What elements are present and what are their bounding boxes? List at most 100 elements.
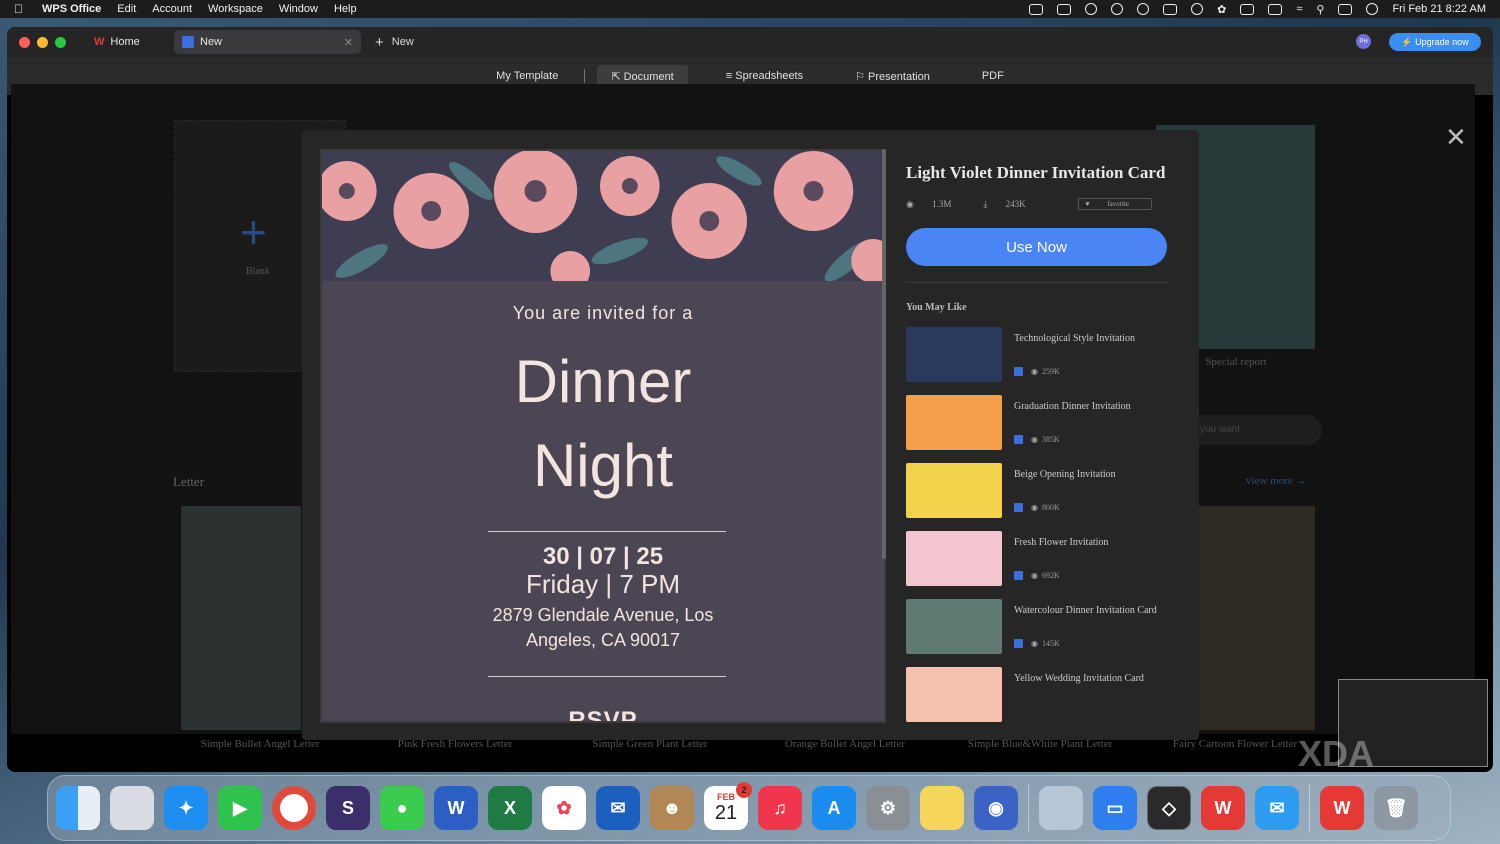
bluetooth-icon[interactable]: ✿ bbox=[1217, 3, 1226, 16]
vpn-status-icon[interactable] bbox=[1191, 3, 1204, 15]
you-may-like-heading: You May Like bbox=[906, 302, 967, 313]
letter-card[interactable] bbox=[181, 506, 301, 730]
new-tab-button[interactable]: New bbox=[392, 36, 414, 48]
safari-icon[interactable]: ✦ bbox=[164, 786, 208, 830]
app-store-icon[interactable]: A bbox=[812, 786, 856, 830]
minimize-window-button[interactable] bbox=[37, 36, 48, 48]
wps-status-icon[interactable] bbox=[1029, 3, 1044, 15]
facetime-icon[interactable]: ▶ bbox=[218, 786, 262, 830]
recommendation-title[interactable]: Yellow Wedding Invitation Card bbox=[1014, 671, 1168, 686]
close-window-button[interactable] bbox=[19, 36, 30, 48]
heart-icon: ♥ bbox=[1085, 200, 1090, 208]
word-badge-icon bbox=[1014, 435, 1023, 444]
recommendation-title[interactable]: Fresh Flower Invitation bbox=[1014, 535, 1168, 550]
recommendation-views: 259K bbox=[1041, 367, 1060, 376]
launchpad-icon[interactable] bbox=[110, 786, 154, 830]
view-more-link[interactable]: view more → bbox=[1246, 475, 1306, 487]
floral-header-image bbox=[322, 151, 884, 281]
messages-icon[interactable]: ● bbox=[380, 786, 424, 830]
template-search-input[interactable]: you want bbox=[1180, 415, 1322, 445]
chrome-icon[interactable] bbox=[272, 786, 316, 830]
info-divider bbox=[906, 282, 1168, 283]
wps-pdf-icon[interactable]: W bbox=[1320, 786, 1364, 830]
sync-status-icon[interactable] bbox=[1137, 3, 1150, 15]
recommendation-meta: ◉ 145K bbox=[1014, 639, 1060, 648]
favorite-button[interactable]: ♥ favorite bbox=[1078, 198, 1152, 210]
recommendation-item[interactable]: Fresh Flower Invitation ◉ 692K bbox=[906, 531, 1168, 587]
word-icon[interactable]: W bbox=[434, 786, 478, 830]
menu-workspace[interactable]: Workspace bbox=[208, 3, 263, 15]
eye-icon: ◉ bbox=[1031, 503, 1038, 512]
recommendation-title[interactable]: Graduation Dinner Invitation bbox=[1014, 399, 1168, 414]
recommendation-views: 145K bbox=[1041, 639, 1060, 648]
spotlight-search-icon[interactable]: ⚲ bbox=[1316, 3, 1324, 16]
blank-plus-icon[interactable]: + bbox=[240, 205, 267, 259]
letter-section-title: Letter bbox=[173, 474, 205, 489]
apple-menu-icon[interactable]:  bbox=[14, 2, 34, 16]
control-center-icon[interactable] bbox=[1338, 3, 1353, 15]
unknown-app-icon[interactable]: ◇ bbox=[1147, 786, 1191, 830]
menu-clock[interactable]: Fri Feb 21 8:22 AM bbox=[1392, 3, 1486, 15]
new-tab-plus-icon[interactable]: + bbox=[375, 34, 384, 51]
close-tab-icon[interactable]: ✕ bbox=[344, 36, 353, 49]
tab-new[interactable]: New ✕ bbox=[174, 30, 361, 54]
preview-scrollbar[interactable] bbox=[882, 149, 886, 559]
mail-icon[interactable]: ✉ bbox=[1255, 786, 1299, 830]
upgrade-label: Upgrade now bbox=[1415, 37, 1469, 47]
recommendation-item[interactable]: Graduation Dinner Invitation ◉ 385K bbox=[906, 395, 1168, 451]
tab-new-label: New bbox=[200, 36, 223, 48]
recommendation-item[interactable]: Watercolour Dinner Invitation Card ◉ 145K bbox=[906, 599, 1168, 655]
letter-card[interactable] bbox=[1199, 506, 1315, 730]
recommendation-title[interactable]: Watercolour Dinner Invitation Card bbox=[1014, 603, 1168, 618]
toggle-status-icon[interactable] bbox=[1163, 3, 1178, 15]
recommendation-thumbnail[interactable] bbox=[906, 531, 1002, 586]
battery-icon[interactable] bbox=[1268, 3, 1283, 15]
recommendation-item[interactable]: Beige Opening Invitation ◉ 800K bbox=[906, 463, 1168, 519]
wifi-icon[interactable]: ≈ bbox=[1296, 3, 1302, 15]
avatar[interactable]: PH bbox=[1356, 34, 1371, 49]
brightness-status-icon[interactable] bbox=[1111, 3, 1124, 15]
notes-icon[interactable] bbox=[920, 786, 964, 830]
mirror-icon[interactable]: ▭ bbox=[1093, 786, 1137, 830]
upgrade-button[interactable]: ⚡ Upgrade now bbox=[1389, 33, 1481, 51]
menu-account[interactable]: Account bbox=[152, 3, 192, 15]
scrivener-icon[interactable]: S bbox=[326, 786, 370, 830]
calendar-icon[interactable]: FEB 21 2 bbox=[704, 782, 752, 830]
keyboard-status-icon[interactable] bbox=[1240, 3, 1255, 15]
recommendation-item[interactable]: Yellow Wedding Invitation Card bbox=[906, 667, 1168, 723]
trash-icon[interactable]: 🗑 bbox=[1374, 786, 1418, 830]
recommendation-thumbnail[interactable] bbox=[906, 599, 1002, 654]
recommendation-title[interactable]: Beige Opening Invitation bbox=[1014, 467, 1168, 482]
recommendation-item[interactable]: Technological Style Invitation ◉ 259K bbox=[906, 327, 1168, 383]
siri-icon[interactable] bbox=[1366, 3, 1379, 15]
excel-icon[interactable]: X bbox=[488, 786, 532, 830]
screenshot-status-icon[interactable] bbox=[1057, 3, 1072, 15]
use-now-button[interactable]: Use Now bbox=[906, 228, 1167, 266]
tab-home[interactable]: W Home bbox=[86, 30, 168, 54]
close-modal-icon[interactable]: ✕ bbox=[1445, 122, 1467, 153]
wps-office-icon[interactable]: W bbox=[1201, 786, 1245, 830]
menu-edit[interactable]: Edit bbox=[117, 3, 136, 15]
bitwarden-icon[interactable]: ◉ bbox=[974, 786, 1018, 830]
photos-icon[interactable]: ✿ bbox=[542, 786, 586, 830]
views-count: ◉ 1.3M bbox=[906, 199, 967, 210]
zoom-window-button[interactable] bbox=[55, 36, 66, 48]
thunderbird-icon[interactable]: ✉ bbox=[596, 786, 640, 830]
invitation-date: 30 | 07 | 25 bbox=[542, 543, 664, 570]
recommendation-views: 385K bbox=[1041, 435, 1060, 444]
menu-window[interactable]: Window bbox=[279, 3, 318, 15]
recommendation-thumbnail[interactable] bbox=[906, 667, 1002, 722]
recommendation-thumbnail[interactable] bbox=[906, 463, 1002, 518]
preview-icon[interactable] bbox=[1039, 786, 1083, 830]
music-icon[interactable]: ♫ bbox=[758, 786, 802, 830]
cloud-status-icon[interactable] bbox=[1085, 3, 1098, 15]
menu-app-name[interactable]: WPS Office bbox=[42, 3, 101, 15]
menu-help[interactable]: Help bbox=[334, 3, 357, 15]
recommendation-thumbnail[interactable] bbox=[906, 327, 1002, 382]
recommendation-title[interactable]: Technological Style Invitation bbox=[1014, 331, 1168, 346]
contacts-icon[interactable]: ☻ bbox=[650, 786, 694, 830]
recommendation-thumbnail[interactable] bbox=[906, 395, 1002, 450]
finder-icon[interactable] bbox=[56, 786, 100, 830]
divider bbox=[488, 531, 726, 532]
system-settings-icon[interactable]: ⚙ bbox=[866, 786, 910, 830]
